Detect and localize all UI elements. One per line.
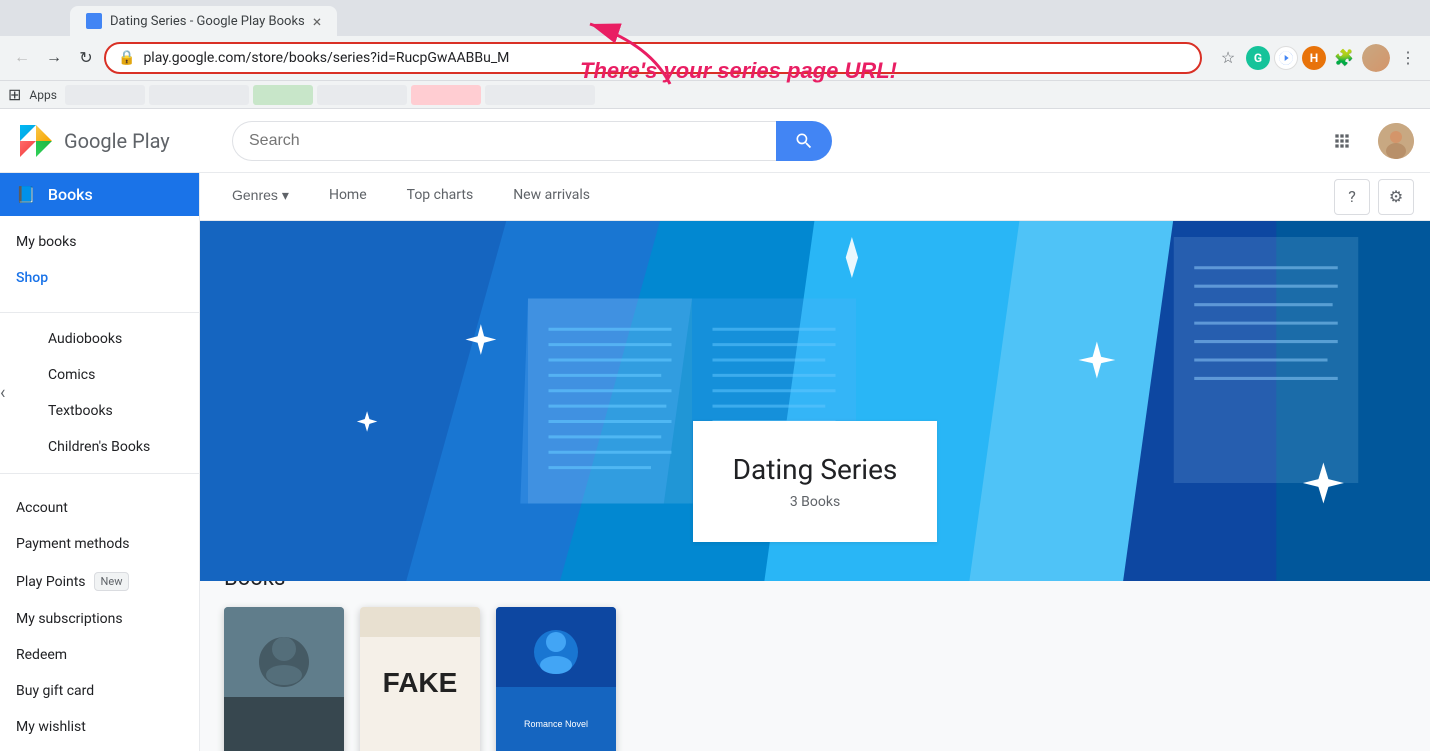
tab-close-button[interactable]: × xyxy=(313,12,322,31)
apps-grid-icon[interactable]: ⊞ xyxy=(8,85,21,104)
search-button[interactable] xyxy=(776,121,832,161)
header-right xyxy=(1322,121,1414,161)
lock-icon: 🔒 xyxy=(118,50,135,66)
sidebar-item-audiobooks[interactable]: Audiobooks xyxy=(32,321,199,357)
gplay-logo: Google Play xyxy=(16,121,216,161)
bookmark-2[interactable] xyxy=(149,85,249,105)
sidebar-books-section: 📘 Books xyxy=(0,173,199,216)
menu-button[interactable]: ⋮ xyxy=(1394,44,1422,72)
settings-button[interactable]: ⚙ xyxy=(1378,179,1414,215)
forward-button[interactable]: → xyxy=(40,44,68,72)
book-cover-2[interactable]: FAKE xyxy=(360,607,480,751)
gplay-logo-text: Google Play xyxy=(64,129,170,153)
sidebar-item-wishlist[interactable]: My wishlist xyxy=(0,709,199,745)
apps-bar: ⊞ Apps xyxy=(0,80,1430,108)
sidebar-item-mybooks[interactable]: My books xyxy=(0,224,199,260)
chevron-down-icon: ▾ xyxy=(282,187,289,204)
main-area: Genres ▾ Home Top charts New arrivals ? … xyxy=(200,173,1430,751)
sidebar: 📘 Books My books Shop ‹ Audiobooks xyxy=(0,173,200,751)
reload-button[interactable]: ↻ xyxy=(72,44,100,72)
bookmark-bar xyxy=(65,85,1422,105)
genres-button[interactable]: Genres ▾ xyxy=(216,173,305,220)
bookmark-3[interactable] xyxy=(253,85,313,105)
svg-text:Romance Novel: Romance Novel xyxy=(524,719,588,729)
sidebar-item-playactivity[interactable]: My Play activity xyxy=(0,745,199,751)
nav-topcharts-link[interactable]: Top charts xyxy=(391,173,490,220)
address-bar[interactable]: 🔒 play.google.com/store/books/series?id=… xyxy=(104,42,1202,74)
apps-label: Apps xyxy=(29,88,57,102)
sidebar-divider-1 xyxy=(0,312,199,313)
sidebar-divider-2 xyxy=(0,473,199,474)
nav-newarrivals-link[interactable]: New arrivals xyxy=(497,173,606,220)
nav-bar: Genres ▾ Home Top charts New arrivals ? … xyxy=(200,173,1430,221)
books-grid: FAKE Romance xyxy=(224,607,1406,751)
nav-home-link[interactable]: Home xyxy=(313,173,383,220)
profile-avatar[interactable] xyxy=(1378,123,1414,159)
apps-grid-button[interactable] xyxy=(1322,121,1362,161)
sidebar-sub-items: Audiobooks Comics Textbooks Children's B… xyxy=(16,321,199,465)
new-badge: New xyxy=(94,572,130,591)
search-input[interactable] xyxy=(232,121,776,161)
sidebar-nav-section: My books Shop xyxy=(0,216,199,304)
gplay-page: Google Play xyxy=(0,109,1430,751)
sidebar-item-redeem[interactable]: Redeem xyxy=(0,637,199,673)
tab-favicon xyxy=(86,13,102,29)
sidebar-item-childrens[interactable]: Children's Books xyxy=(32,429,199,465)
nav-right-icons: ? ⚙ xyxy=(1334,179,1414,215)
browser-tab[interactable]: Dating Series - Google Play Books × xyxy=(70,6,337,36)
bookmark-6[interactable] xyxy=(485,85,595,105)
book-cover-1[interactable] xyxy=(224,607,344,751)
svg-text:FAKE: FAKE xyxy=(383,667,458,698)
sidebar-item-playpoints[interactable]: Play Points New xyxy=(0,562,199,601)
sidebar-account-section: Account Payment methods Play Points New … xyxy=(0,482,199,751)
sidebar-item-shop[interactable]: Shop xyxy=(0,260,199,296)
url-text: play.google.com/store/books/series?id=Ru… xyxy=(143,50,1188,66)
series-card: Dating Series 3 Books xyxy=(693,421,938,542)
search-bar xyxy=(232,121,832,161)
help-button[interactable]: ? xyxy=(1334,179,1370,215)
bookmark-1[interactable] xyxy=(65,85,145,105)
sidebar-books-title: Books xyxy=(48,185,93,204)
toolbar-icons: ☆ G H 🧩 ⋮ xyxy=(1214,44,1422,72)
sidebar-item-textbooks[interactable]: Textbooks xyxy=(32,393,199,429)
sidebar-item-subscriptions[interactable]: My subscriptions xyxy=(0,601,199,637)
sidebar-categories: ‹ Audiobooks Comics Textbooks Children's… xyxy=(0,321,199,465)
book-icon: 📘 xyxy=(16,185,36,204)
sidebar-item-account[interactable]: Account xyxy=(0,490,199,526)
book-cover-3[interactable]: Romance Novel xyxy=(496,607,616,751)
grammarly-icon[interactable]: G xyxy=(1246,46,1270,70)
series-card-wrapper: Dating Series 3 Books xyxy=(200,501,1430,542)
play-logo-icon xyxy=(16,121,56,161)
sidebar-item-payment[interactable]: Payment methods xyxy=(0,526,199,562)
sidebar-item-giftcard[interactable]: Buy gift card xyxy=(0,673,199,709)
tab-title: Dating Series - Google Play Books xyxy=(110,14,305,29)
bookmark-4[interactable] xyxy=(317,85,407,105)
main-content: Dating Series 3 Books Books xyxy=(200,221,1430,751)
gplay-header: Google Play xyxy=(0,109,1430,173)
sidebar-item-comics[interactable]: Comics xyxy=(32,357,199,393)
back-button[interactable]: ← xyxy=(8,44,36,72)
collapse-arrow[interactable]: ‹ xyxy=(0,383,5,404)
tab-bar: Dating Series - Google Play Books × xyxy=(0,0,1430,36)
series-book-count: 3 Books xyxy=(733,494,898,510)
honey-icon[interactable]: H xyxy=(1302,46,1326,70)
extensions-button[interactable]: 🧩 xyxy=(1330,44,1358,72)
browser-chrome: Dating Series - Google Play Books × ← → … xyxy=(0,0,1430,109)
content-area: 📘 Books My books Shop ‹ Audiobooks xyxy=(0,173,1430,751)
google-translate-icon[interactable] xyxy=(1274,46,1298,70)
series-title: Dating Series xyxy=(733,453,898,486)
profile-icon[interactable] xyxy=(1362,44,1390,72)
toolbar: ← → ↻ 🔒 play.google.com/store/books/seri… xyxy=(0,36,1430,80)
bookmark-5[interactable] xyxy=(411,85,481,105)
bookmark-button[interactable]: ☆ xyxy=(1214,44,1242,72)
